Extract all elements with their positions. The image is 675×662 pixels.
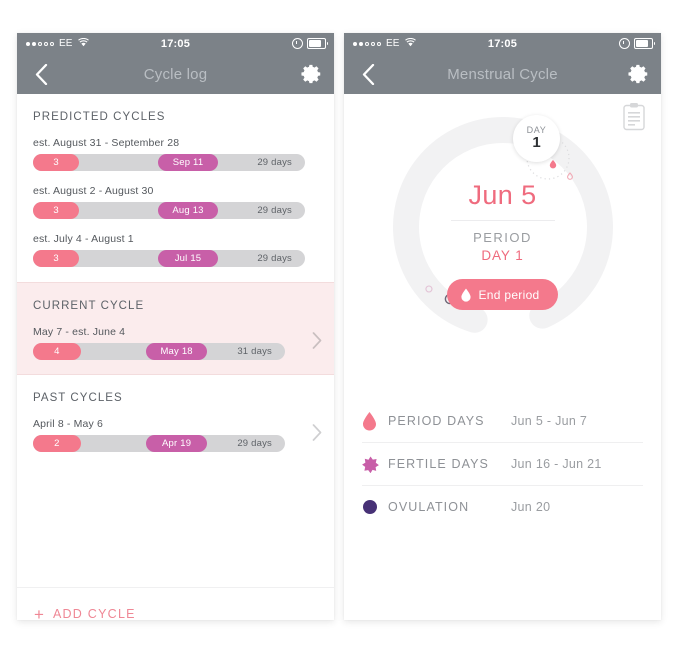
battery-icon — [307, 38, 328, 49]
clipboard-icon[interactable] — [621, 102, 647, 132]
legend-label: OVULATION — [388, 500, 470, 514]
status-bar-right-group — [619, 38, 655, 49]
period-segment: 2 — [33, 435, 81, 452]
section-predicted-cycles: PREDICTED CYCLES est. August 31 - Septem… — [17, 94, 334, 267]
period-segment: 3 — [33, 250, 80, 267]
legend-value: Jun 16 - Jun 21 — [511, 457, 602, 471]
cycle-bar: 3 Aug 13 29 days — [33, 202, 305, 219]
legend-value: Jun 5 - Jun 7 — [511, 414, 588, 428]
menstrual-cycle-screen: DAY 1 Jun 5 PERIOD DAY 1 End period PERI… — [344, 94, 661, 620]
cycle-length-label: 31 days — [237, 346, 272, 357]
end-period-button[interactable]: End period — [447, 279, 558, 310]
plus-icon: + — [34, 604, 44, 621]
chevron-right-icon[interactable] — [312, 424, 322, 446]
page-title: Menstrual Cycle — [447, 65, 558, 83]
circle-icon — [362, 499, 388, 515]
status-bar-right-group — [292, 38, 328, 49]
add-cycle-button[interactable]: + ADD CYCLE — [17, 587, 334, 620]
cycle-log-screen: PREDICTED CYCLES est. August 31 - Septem… — [17, 94, 334, 620]
cycle-row[interactable]: est. August 2 - August 30 3 Aug 13 29 da… — [17, 185, 334, 219]
cycle-row[interactable]: April 8 - May 6 2 Apr 19 29 days — [17, 418, 334, 452]
legend-label: PERIOD DAYS — [388, 414, 485, 428]
divider — [450, 220, 555, 221]
cycle-length-label: 29 days — [257, 253, 292, 264]
phase-label: PERIOD — [473, 230, 532, 245]
section-heading: PREDICTED CYCLES — [33, 111, 166, 123]
status-bar-clock: 17:05 — [487, 37, 518, 50]
cycle-date-range: est. August 2 - August 30 — [33, 185, 154, 197]
ovulation-segment: Jul 15 — [158, 250, 218, 267]
flower-icon — [362, 456, 388, 473]
legend-row-fertile-days: FERTILE DAYS Jun 16 - Jun 21 — [362, 443, 643, 486]
legend-row-period-days: PERIOD DAYS Jun 5 - Jun 7 — [362, 400, 643, 443]
cycle-dial: DAY 1 Jun 5 PERIOD DAY 1 End period — [344, 94, 661, 394]
cycle-length-label: 29 days — [257, 157, 292, 168]
add-cycle-label: ADD CYCLE — [52, 607, 136, 620]
section-past-cycles: PAST CYCLES April 8 - May 6 2 Apr 19 29 … — [17, 375, 334, 458]
ovulation-segment: Aug 13 — [158, 202, 218, 219]
screenshot-stage: EE 17:05 Cycle log PREDICTED CYCLES est.… — [0, 0, 675, 662]
section-heading: PAST CYCLES — [33, 392, 123, 404]
phone-left-cycle-log: EE 17:05 Cycle log PREDICTED CYCLES est.… — [17, 33, 334, 620]
cycle-date-range: May 7 - est. June 4 — [33, 326, 126, 338]
drop-icon — [461, 288, 472, 302]
cycle-length-label: 29 days — [257, 205, 292, 216]
cycle-date-range: April 8 - May 6 — [33, 418, 103, 430]
ovulation-segment: Sep 11 — [158, 154, 218, 171]
cycle-bar: 2 Apr 19 29 days — [33, 435, 285, 452]
legend-value: Jun 20 — [511, 500, 551, 514]
current-date: Jun 5 — [468, 180, 537, 210]
cycle-row[interactable]: est. July 4 - August 1 3 Jul 15 29 days — [17, 233, 334, 267]
drop-icon — [362, 411, 388, 431]
cycle-bar: 3 Jul 15 29 days — [33, 250, 305, 267]
cycle-length-label: 29 days — [237, 438, 272, 449]
gear-icon[interactable] — [301, 63, 323, 85]
phase-day: DAY 1 — [481, 248, 524, 263]
period-segment: 3 — [33, 202, 80, 219]
navbar-right: Menstrual Cycle — [344, 54, 661, 94]
cycle-bar: 4 May 18 31 days — [33, 343, 285, 360]
cycle-row[interactable]: est. August 31 - September 28 3 Sep 11 2… — [17, 137, 334, 171]
legend-row-ovulation: OVULATION Jun 20 — [362, 486, 643, 528]
alarm-icon — [292, 38, 303, 49]
gear-icon[interactable] — [628, 63, 650, 85]
phone-right-menstrual-cycle: EE 17:05 Menstrual Cycle DAY 1 Jun 5 PER… — [344, 33, 661, 620]
cycle-row-current[interactable]: May 7 - est. June 4 4 May 18 31 days — [17, 326, 334, 360]
status-bar-left: EE 17:05 — [17, 33, 334, 54]
status-bar-clock: 17:05 — [160, 37, 191, 50]
section-heading: CURRENT CYCLE — [33, 300, 145, 312]
cycle-legend: PERIOD DAYS Jun 5 - Jun 7 FERTILE DAYS J… — [344, 400, 661, 528]
cycle-date-range: est. August 31 - September 28 — [33, 137, 180, 149]
alarm-icon — [619, 38, 630, 49]
page-title: Cycle log — [143, 65, 208, 83]
battery-icon — [634, 38, 655, 49]
period-segment: 3 — [33, 154, 80, 171]
cycle-bar: 3 Sep 11 29 days — [33, 154, 305, 171]
ovulation-segment: Apr 19 — [146, 435, 207, 452]
day-marker-badge[interactable]: DAY 1 — [513, 115, 560, 162]
legend-label: FERTILE DAYS — [388, 457, 489, 471]
ovulation-segment: May 18 — [146, 343, 207, 360]
status-bar-right: EE 17:05 — [344, 33, 661, 54]
day-badge-number: 1 — [532, 133, 541, 151]
cycle-date-range: est. July 4 - August 1 — [33, 233, 134, 245]
navbar-left: Cycle log — [17, 54, 334, 94]
chevron-right-icon[interactable] — [312, 332, 322, 354]
section-current-cycle: CURRENT CYCLE May 7 - est. June 4 4 May … — [17, 282, 334, 375]
end-period-label: End period — [478, 287, 540, 302]
dial-center-info: Jun 5 PERIOD DAY 1 End period — [403, 180, 603, 310]
period-segment: 4 — [33, 343, 81, 360]
